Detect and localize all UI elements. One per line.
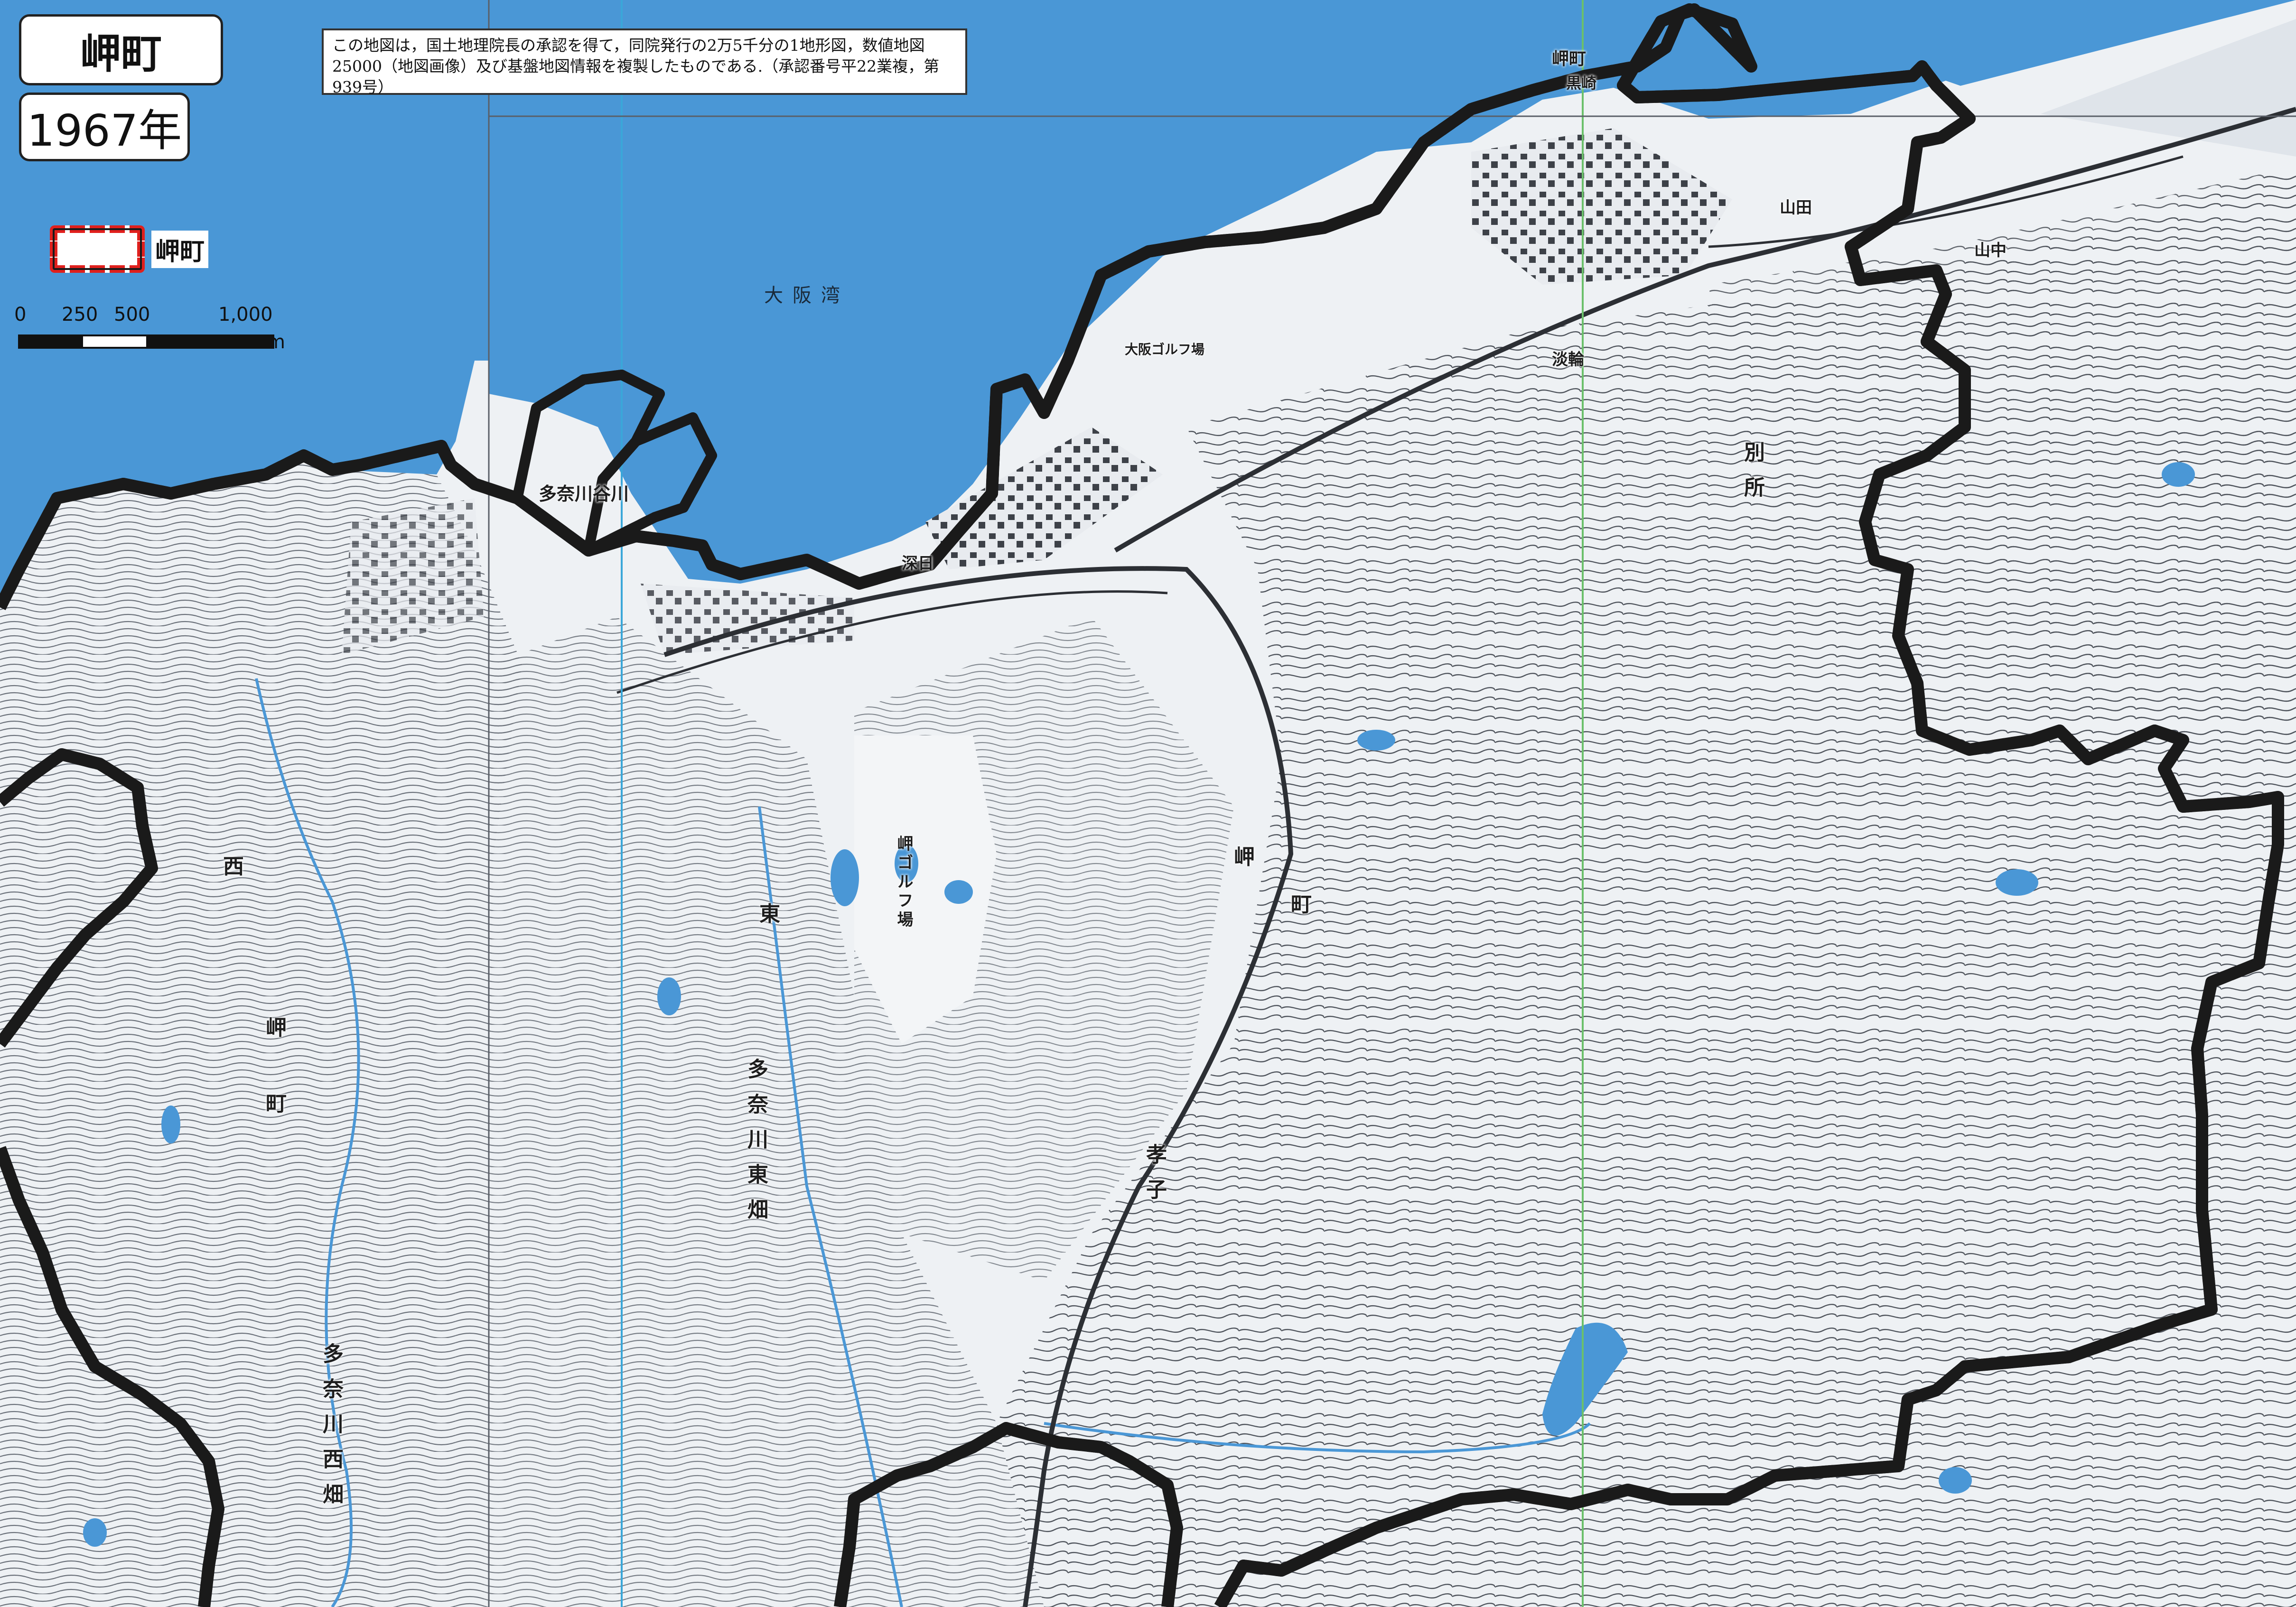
label-nishi: 西 bbox=[223, 855, 244, 879]
label-higashi: 東 bbox=[759, 902, 780, 926]
boundary-legend-swatch bbox=[50, 225, 145, 273]
scale-tick-500: 500 bbox=[114, 304, 150, 325]
label-misaki-center-2: 町 bbox=[1291, 892, 1312, 917]
label-bessho: 別所 bbox=[1740, 441, 1764, 511]
label-golf: 岬ゴルフ場 bbox=[894, 835, 913, 930]
map-title: 岬町 bbox=[19, 14, 223, 85]
scale-unit: m bbox=[267, 331, 285, 353]
label-misaki-west-2: 町 bbox=[266, 1092, 287, 1116]
copyright-notice: この地図は，国土地理院長の承認を得て，同院発行の2万5千分の1地形図，数値地図2… bbox=[322, 28, 967, 96]
label-yamada: 山田 bbox=[1780, 198, 1812, 217]
label-yamanaka: 山中 bbox=[1974, 241, 2007, 260]
label-misaki-west: 岬 bbox=[266, 1016, 287, 1040]
map-legend: 岬町 bbox=[50, 218, 221, 280]
scale-ticks: 0 250 500 1,000 bbox=[14, 304, 285, 332]
scale-tick-0: 0 bbox=[14, 304, 27, 325]
scale-tick-1000: 1,000 bbox=[218, 304, 273, 325]
label-misaki-center: 岬 bbox=[1234, 845, 1255, 869]
scale-bar: 0 250 500 1,000 m bbox=[14, 304, 285, 365]
label-osaka-golf: 大阪ゴルフ場 bbox=[1125, 342, 1205, 357]
label-tanagawa-nishi: 多奈川西畑 bbox=[319, 1343, 343, 1518]
scale-bar-graphic bbox=[18, 334, 274, 349]
label-osaka-bay: 大阪湾 bbox=[764, 285, 849, 307]
label-misaki-cho-top: 岬町 bbox=[1552, 49, 1587, 69]
label-tanagawa-higashi: 多奈川東畑 bbox=[744, 1058, 768, 1234]
label-kurosaki: 黒崎 bbox=[1566, 74, 1597, 92]
label-kyoshi: 孝子 bbox=[1142, 1143, 1167, 1214]
label-fuke: 深日 bbox=[902, 554, 934, 573]
scale-tick-250: 250 bbox=[62, 304, 98, 325]
legend-label: 岬町 bbox=[151, 230, 209, 268]
label-tanowa: 淡輪 bbox=[1552, 350, 1584, 369]
map-year: 1967年 bbox=[19, 93, 190, 161]
label-tanagawa-tani: 多奈川谷川 bbox=[539, 483, 629, 504]
